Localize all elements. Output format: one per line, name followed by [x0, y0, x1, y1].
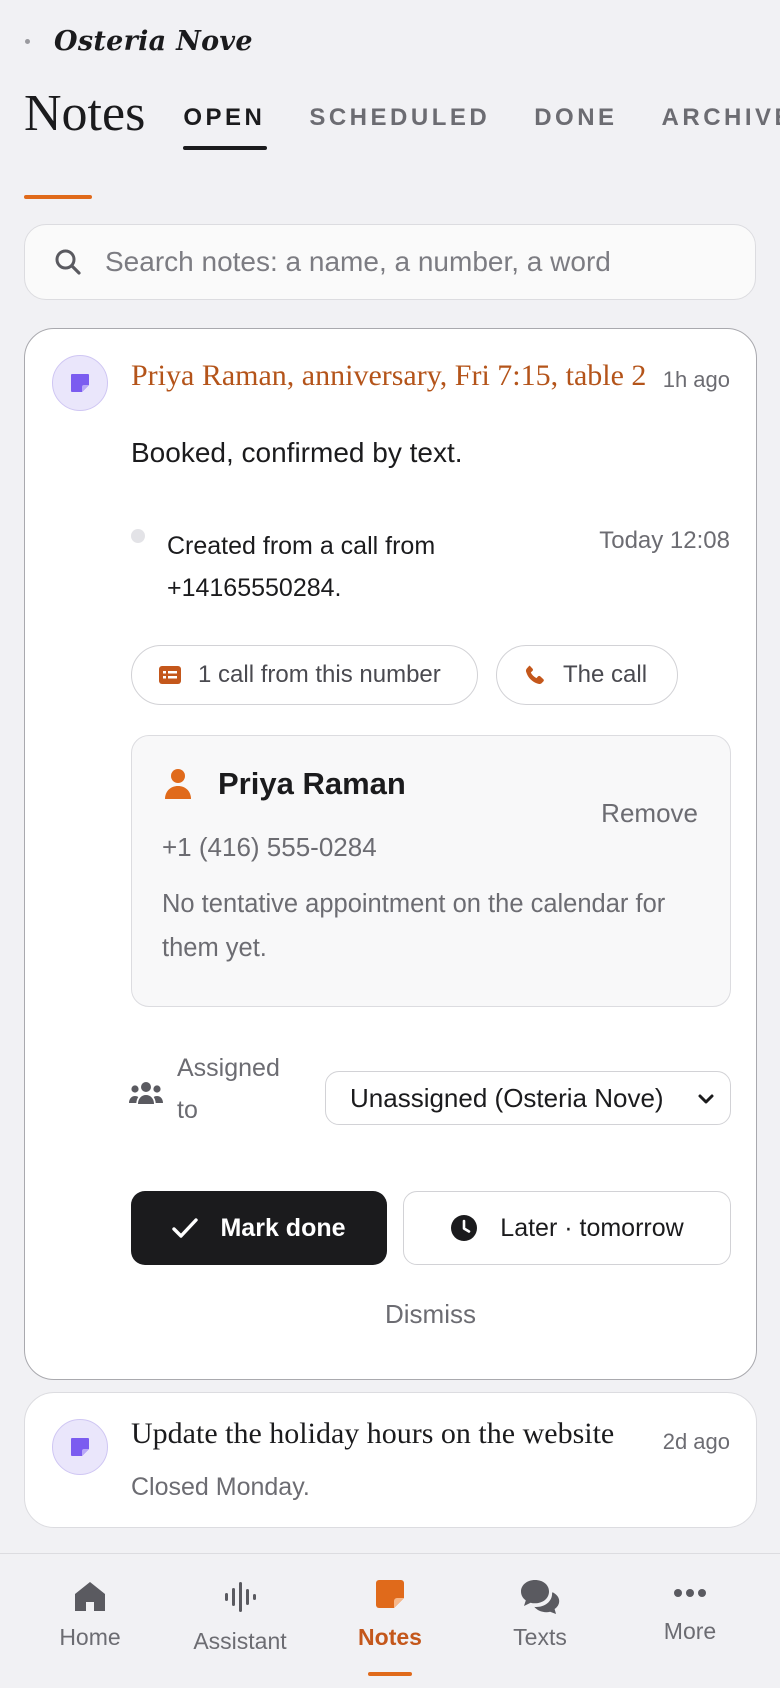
contact-appointment-note: No tentative appointment on the calendar… [162, 890, 666, 962]
contact-name[interactable]: Priya Raman [218, 766, 406, 802]
assignee-select[interactable]: Unassigned (Osteria Nove) [325, 1071, 731, 1125]
nav-more-label: More [663, 1618, 717, 1644]
note-card-expanded[interactable]: Priya Raman, anniversary, Fri 7:15, tabl… [24, 328, 757, 1380]
mark-done-button[interactable]: Mark done [131, 1191, 387, 1265]
contact-phone[interactable]: +1 (416) 555-0284 [162, 832, 377, 863]
more-dots-icon [674, 1589, 706, 1597]
note-title[interactable]: Priya Raman, anniversary, Fri 7:15, tabl… [131, 359, 661, 393]
search-bar[interactable] [24, 224, 756, 300]
snooze-later-label: Later · tomorrow [500, 1213, 684, 1242]
note-badge [52, 355, 108, 411]
brand-name: Osteria Nove [54, 26, 253, 57]
the-call-label: The call [563, 661, 648, 688]
tab-scheduled[interactable]: SCHEDULED [309, 104, 490, 150]
snooze-later-button[interactable]: Later · tomorrow [403, 1191, 731, 1265]
nav-notes-label: Notes [358, 1624, 422, 1650]
waveform-icon [225, 1582, 256, 1612]
assignee-value: Unassigned (Osteria Nove) [350, 1082, 664, 1113]
clock-icon [451, 1215, 478, 1241]
person-icon [165, 769, 191, 799]
note-body: Booked, confirmed by text. [131, 437, 463, 468]
nav-notes[interactable]: Notes [315, 1554, 465, 1688]
chat-bubbles-icon [521, 1580, 560, 1614]
contact-card: Priya Raman Remove +1 (416) 555-0284 No … [131, 735, 731, 1007]
nav-texts-label: Texts [513, 1624, 567, 1650]
title-row: Notes OPEN SCHEDULED DONE ARCHIVED [24, 84, 780, 164]
assigned-to-label: Assigned to [177, 1054, 280, 1124]
people-group-icon [129, 1082, 163, 1104]
chevron-down-icon [698, 1094, 714, 1104]
timeline-text: Created from a call from +14165550284. [167, 532, 436, 602]
note-icon [71, 1438, 89, 1456]
tab-archived[interactable]: ARCHIVED [662, 104, 780, 150]
page-title: Notes [24, 85, 146, 142]
brand-row: Osteria Nove [25, 26, 253, 57]
note-tabs: OPEN SCHEDULED DONE ARCHIVED [183, 84, 780, 150]
timeline-dot [131, 529, 145, 543]
note-title[interactable]: Update the holiday hours on the website [131, 1417, 651, 1451]
phone-icon [525, 665, 544, 685]
note-icon [376, 1580, 404, 1608]
the-call-chip[interactable]: The call [496, 645, 678, 705]
note-card[interactable]: Update the holiday hours on the website … [24, 1392, 757, 1528]
bottom-nav: Home Assistant Notes Texts More [0, 1553, 780, 1688]
calls-from-number-chip[interactable]: 1 call from this number [131, 645, 478, 705]
nav-assistant[interactable]: Assistant [165, 1554, 315, 1688]
timeline-time: Today 12:08 [599, 527, 730, 554]
search-input[interactable] [105, 246, 705, 278]
notes-screen: Osteria Nove Notes OPEN SCHEDULED DONE A… [0, 0, 780, 1688]
calls-from-number-label: 1 call from this number [198, 661, 441, 688]
note-timestamp: 2d ago [662, 1429, 730, 1454]
mark-done-label: Mark done [220, 1213, 346, 1242]
nav-home[interactable]: Home [15, 1554, 165, 1688]
nav-more[interactable]: More [615, 1554, 765, 1688]
title-accent-line [24, 195, 92, 199]
note-subtitle: Closed Monday. [131, 1473, 310, 1501]
note-icon [71, 374, 89, 392]
nav-assistant-label: Assistant [193, 1628, 287, 1654]
tab-done[interactable]: DONE [534, 104, 617, 150]
list-card-icon [159, 666, 181, 684]
note-badge [52, 1419, 108, 1475]
search-icon [55, 249, 81, 275]
dismiss-button[interactable]: Dismiss [25, 1299, 756, 1330]
nav-home-label: Home [59, 1624, 121, 1650]
home-icon [75, 1582, 105, 1611]
note-timestamp: 1h ago [662, 367, 730, 392]
checkmark-icon [172, 1218, 199, 1238]
remove-contact-button[interactable]: Remove [601, 798, 698, 829]
brand-dot [25, 39, 30, 44]
tab-open[interactable]: OPEN [183, 104, 268, 150]
nav-texts[interactable]: Texts [465, 1554, 615, 1688]
nav-active-indicator [368, 1672, 412, 1676]
